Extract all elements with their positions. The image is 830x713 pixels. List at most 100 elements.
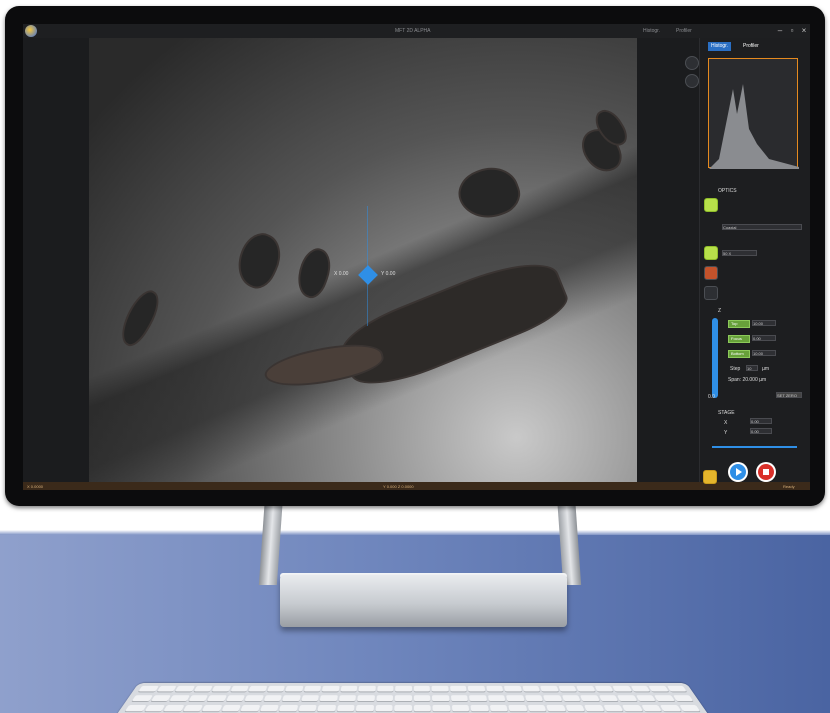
- titlebar: MFT 2D ALPHA Histogr. Profiler – ▫ ×: [23, 24, 810, 38]
- keyboard-key: [450, 695, 468, 702]
- maximize-icon[interactable]: ▫: [787, 26, 797, 36]
- keyboard-key: [395, 685, 412, 692]
- keyboard-key: [263, 695, 282, 702]
- z-label: Z: [718, 308, 722, 314]
- stage-y-field[interactable]: 0.00: [750, 428, 772, 434]
- image-icon[interactable]: [704, 286, 718, 300]
- play-button[interactable]: [728, 462, 748, 482]
- keyboard-key: [394, 695, 412, 702]
- stop-button[interactable]: [756, 462, 776, 482]
- keyboard-key: [156, 685, 177, 692]
- histogram-chart: [708, 58, 799, 169]
- folder-icon[interactable]: [703, 470, 717, 484]
- light-icon[interactable]: [704, 198, 718, 212]
- keyboard-key: [163, 705, 185, 712]
- keyboard-key: [576, 685, 595, 692]
- microscope-viewport[interactable]: X 0.00 Y 0.00: [89, 38, 637, 482]
- keyboard-key: [594, 685, 614, 692]
- keyboard-key: [355, 705, 374, 712]
- z-top-field[interactable]: 10.00: [752, 320, 776, 326]
- particle: [113, 285, 167, 351]
- tab-histogram[interactable]: Histogr.: [708, 42, 731, 51]
- stop-icon: [758, 464, 774, 480]
- set-zero-button[interactable]: SET ZERO: [776, 392, 802, 398]
- z-focus-field[interactable]: 0.00: [752, 335, 776, 341]
- status-left: X 0.0000: [27, 484, 44, 489]
- keyboard-key: [201, 705, 222, 712]
- z-bottom-field[interactable]: 10.00: [752, 350, 776, 356]
- zoom-select[interactable]: 50 X: [722, 250, 757, 256]
- keyboard-key: [182, 705, 204, 712]
- keyboard-key: [244, 695, 264, 702]
- keyboard-key: [527, 705, 547, 712]
- keyboard-key: [580, 695, 600, 702]
- monitor: MFT 2D ALPHA Histogr. Profiler – ▫ × X 0…: [5, 6, 825, 506]
- z-focus-label[interactable]: Focus: [728, 335, 750, 343]
- keyboard-key: [266, 685, 285, 692]
- keyboard-key: [240, 705, 260, 712]
- tab-profiler[interactable]: Profiler: [740, 42, 762, 51]
- keyboard-key: [413, 705, 431, 712]
- optics-label: OPTICS: [718, 188, 737, 194]
- z-bottom-label[interactable]: Bottom: [728, 350, 750, 358]
- keyboard-key: [630, 685, 651, 692]
- camera-icon[interactable]: [704, 246, 718, 260]
- keyboard-key: [432, 705, 450, 712]
- keyboard-key: [230, 685, 249, 692]
- keyboard-key: [336, 705, 355, 712]
- tool-strip: [637, 38, 721, 482]
- close-icon[interactable]: ×: [799, 26, 809, 36]
- zoom-out-icon[interactable]: [685, 74, 699, 88]
- stand-base: [280, 575, 567, 627]
- keyboard-key: [138, 685, 159, 692]
- keyboard-key: [281, 695, 301, 702]
- keyboard-key: [375, 695, 394, 702]
- histogram-curve: [709, 84, 799, 169]
- keyboard-key: [225, 695, 245, 702]
- keyboard-key: [248, 685, 267, 692]
- keyboard-key: [603, 705, 624, 712]
- keyboard-key: [206, 695, 227, 702]
- keyboard-key: [144, 705, 166, 712]
- keyboard-key: [470, 705, 489, 712]
- keyboard-key: [485, 685, 504, 692]
- keyboard-key: [598, 695, 619, 702]
- span-text: Span: 20.000 µm: [728, 377, 767, 383]
- keyboard-key: [394, 705, 412, 712]
- keyboard-key: [259, 705, 279, 712]
- keyboard-key: [543, 695, 562, 702]
- step-field[interactable]: 10: [746, 365, 758, 371]
- keyboard-key: [131, 695, 153, 702]
- crosshair-right-label: Y 0.00: [381, 271, 396, 277]
- stage-slider[interactable]: [712, 446, 797, 448]
- minimize-icon[interactable]: –: [775, 26, 785, 36]
- zoom-in-icon[interactable]: [685, 56, 699, 70]
- keyboard-key: [150, 695, 171, 702]
- app-logo-icon: [25, 25, 37, 37]
- stage-x-field[interactable]: 0.00: [750, 418, 772, 424]
- keyboard-key: [503, 685, 522, 692]
- keyboard-key: [561, 695, 581, 702]
- keyboard-key: [565, 705, 585, 712]
- menu-profiler[interactable]: Profiler: [676, 28, 692, 34]
- z-top-label[interactable]: Top: [728, 320, 750, 328]
- optics-mode-select[interactable]: Coaxial: [722, 224, 802, 230]
- keyboard-key: [298, 705, 317, 712]
- z-slider[interactable]: [712, 318, 718, 398]
- keyboard-key: [188, 695, 208, 702]
- record-icon[interactable]: [704, 266, 718, 280]
- window-title: MFT 2D ALPHA: [395, 28, 431, 34]
- menu-histogram[interactable]: Histogr.: [643, 28, 660, 34]
- play-icon: [730, 464, 746, 480]
- keyboard-key: [505, 695, 525, 702]
- keyboard-key: [640, 705, 662, 712]
- keyboard-key: [617, 695, 637, 702]
- keyboard-key: [612, 685, 632, 692]
- keyboard-key: [211, 685, 231, 692]
- stage-y-label: Y: [724, 430, 728, 436]
- keyboard-key: [508, 705, 527, 712]
- keyboard-key: [648, 685, 669, 692]
- keyboard-key: [449, 685, 467, 692]
- keyboard-key: [169, 695, 190, 702]
- control-panel: Histogr. Profiler OPTICS Coaxial 50 X Z …: [699, 38, 810, 482]
